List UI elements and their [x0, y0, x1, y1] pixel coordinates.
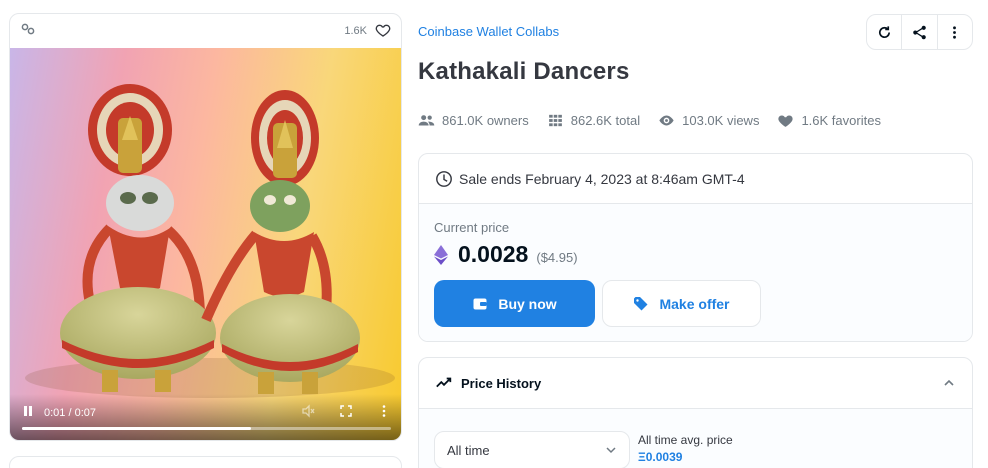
more-vertical-icon: [953, 25, 957, 39]
price-history-title: Price History: [461, 375, 542, 391]
sale-body: Current price 0.0028 ($4.95) Buy now Mak…: [419, 204, 972, 341]
mute-icon[interactable]: [277, 404, 315, 421]
favorites-count: 1.6K: [344, 25, 367, 37]
kathakali-dancers-artwork: [25, 84, 395, 398]
owners-stat[interactable]: 861.0K owners: [418, 112, 529, 129]
chain-link-icon[interactable]: [20, 21, 36, 42]
price-value: 0.0028: [458, 241, 529, 267]
nft-video[interactable]: 0:01 / 0:07: [10, 48, 401, 440]
fullscreen-icon[interactable]: [315, 404, 353, 421]
item-stats: 861.0K owners 862.6K total 103.0K views …: [418, 112, 899, 129]
trending-icon: [436, 377, 452, 388]
refresh-button[interactable]: [867, 15, 903, 49]
item-actions: [866, 14, 973, 50]
favorites-area: 1.6K: [344, 22, 391, 41]
video-more-icon[interactable]: [353, 404, 391, 421]
share-icon: [913, 25, 926, 39]
share-button[interactable]: [902, 15, 938, 49]
average-price: All time avg. price Ξ0.0039: [638, 433, 733, 464]
heart-filled-icon: [778, 115, 794, 127]
make-offer-button[interactable]: Make offer: [602, 280, 761, 327]
avg-price-value: Ξ0.0039: [638, 450, 683, 464]
total-stat: 862.6K total: [547, 112, 640, 129]
details-card-partial: [9, 456, 402, 468]
time-range-value: All time: [447, 442, 490, 458]
media-toolbar: 1.6K: [10, 14, 401, 48]
wallet-icon: [473, 298, 487, 309]
people-icon: [418, 115, 435, 126]
avg-price-label: All time avg. price: [638, 433, 733, 447]
pause-icon[interactable]: [22, 405, 44, 420]
price-history-header[interactable]: Price History: [419, 358, 972, 409]
price-row: 0.0028 ($4.95): [434, 241, 957, 268]
video-progress-fill: [22, 427, 251, 430]
make-offer-label: Make offer: [659, 295, 730, 312]
chevron-down-icon: [606, 447, 616, 454]
owners-count: 861.0K owners: [442, 113, 529, 128]
ethereum-icon: [434, 244, 448, 265]
tag-icon: [634, 296, 648, 310]
clock-icon: [436, 170, 452, 187]
heart-icon[interactable]: [375, 22, 391, 41]
sale-end-text: Sale ends February 4, 2023 at 8:46am GMT…: [459, 170, 745, 187]
price-history-card: Price History All time All time avg. pri…: [418, 357, 973, 468]
price-usd: ($4.95): [536, 250, 578, 265]
grid-icon: [548, 114, 562, 127]
item-title: Kathakali Dancers: [418, 58, 630, 85]
total-count: 862.6K total: [570, 113, 641, 128]
views-stat: 103.0K views: [658, 112, 759, 129]
views-count: 103.0K views: [682, 113, 760, 128]
media-card: 1.6K 0:01 / 0:07: [9, 13, 402, 441]
sale-end-header: Sale ends February 4, 2023 at 8:46am GMT…: [419, 154, 972, 204]
more-options-button[interactable]: [938, 15, 972, 49]
sale-card: Sale ends February 4, 2023 at 8:46am GMT…: [418, 153, 973, 342]
favorites-stat[interactable]: 1.6K favorites: [777, 112, 881, 129]
buy-now-button[interactable]: Buy now: [434, 280, 595, 327]
chevron-up-icon[interactable]: [942, 376, 956, 390]
current-price-label: Current price: [434, 220, 510, 235]
time-range-select[interactable]: All time: [434, 431, 630, 468]
refresh-icon: [878, 25, 890, 38]
video-progress-bar[interactable]: [22, 427, 391, 430]
favorites-total: 1.6K favorites: [801, 113, 881, 128]
buy-now-label: Buy now: [498, 295, 557, 312]
collection-link[interactable]: Coinbase Wallet Collabs: [418, 24, 559, 39]
purchase-actions: Buy now Make offer: [434, 280, 957, 327]
video-time: 0:01 / 0:07: [44, 406, 96, 419]
price-history-body: All time All time avg. price Ξ0.0039: [419, 409, 972, 468]
video-controls: 0:01 / 0:07: [10, 394, 401, 440]
eye-icon: [659, 115, 674, 126]
